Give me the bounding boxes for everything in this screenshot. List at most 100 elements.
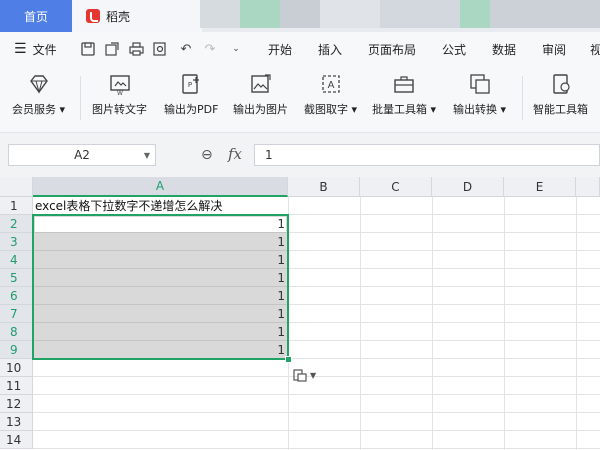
ribbon-toolbar: 会员服务 ▾ W 图片转文字 P 输出为PDF 输出为图片 A 截图取字 ▾ 批… <box>0 66 600 133</box>
column-header-b[interactable]: B <box>288 177 360 197</box>
save-icon[interactable] <box>80 41 96 57</box>
formula-input[interactable]: 1 <box>254 144 600 166</box>
export-pdf-button[interactable]: P 输出为PDF <box>164 72 218 128</box>
row-header[interactable]: 6 <box>0 287 33 305</box>
row-header[interactable]: 2 <box>0 215 33 233</box>
gridline <box>33 448 600 449</box>
column-header-d[interactable]: D <box>432 177 504 197</box>
row-header[interactable]: 11 <box>0 377 33 395</box>
menu-item-review[interactable]: 审阅 <box>542 32 566 66</box>
row-header[interactable]: 13 <box>0 413 33 431</box>
menu-item-start[interactable]: 开始 <box>268 32 292 66</box>
autofill-options-button[interactable]: ▼ <box>293 366 323 384</box>
menu-bar: ☰ 文件 ↶ ↷ ⌄ 开始 插入 页面布局 公式 数据 审阅 视 <box>0 32 600 66</box>
menu-item-data[interactable]: 数据 <box>492 32 516 66</box>
autofill-options-icon <box>293 369 307 382</box>
redo-icon[interactable]: ↷ <box>202 41 218 57</box>
gridline <box>33 430 600 431</box>
print-preview-icon[interactable] <box>152 41 168 57</box>
print-icon[interactable] <box>128 41 144 57</box>
ribbon-divider <box>80 76 81 120</box>
smart-tool-icon <box>552 74 570 94</box>
blurred-tab-area <box>460 0 490 28</box>
row-header[interactable]: 8 <box>0 323 33 341</box>
row-header[interactable]: 12 <box>0 395 33 413</box>
pdf-icon: P <box>182 74 200 94</box>
smart-toolbox-button[interactable]: 智能工具箱 <box>533 72 588 128</box>
export-pdf-label: 输出为PDF <box>164 103 219 116</box>
tab-home[interactable]: 首页 <box>0 0 72 32</box>
column-header-e[interactable]: E <box>504 177 576 197</box>
chevron-down-icon: ▾ <box>427 103 437 116</box>
screenshot-ocr-label: 截图取字 <box>304 103 348 116</box>
file-menu[interactable]: ☰ 文件 <box>14 32 57 66</box>
member-service-label: 会员服务 <box>12 103 56 116</box>
docer-logo-icon <box>86 9 100 23</box>
column-header-c[interactable]: C <box>360 177 432 197</box>
menu-item-view[interactable]: 视 <box>590 32 600 66</box>
row-header[interactable]: 14 <box>0 431 33 449</box>
chevron-down-icon: ▾ <box>56 103 66 116</box>
row-header[interactable]: 4 <box>0 251 33 269</box>
member-service-button[interactable]: 会员服务 ▾ <box>12 72 65 128</box>
row-header[interactable]: 9 <box>0 341 33 359</box>
zoom-icon[interactable]: ⊖ <box>201 147 213 163</box>
cell-a5[interactable]: 1 <box>35 269 285 287</box>
image-to-text-label: 图片转文字 <box>92 103 147 116</box>
hamburger-icon: ☰ <box>14 41 27 57</box>
cell-a4[interactable]: 1 <box>35 251 285 269</box>
svg-text:A: A <box>327 80 334 91</box>
chevron-down-icon: ▾ <box>348 103 358 116</box>
column-header-f[interactable] <box>576 177 600 197</box>
blurred-tab-area <box>320 0 380 28</box>
gridline <box>504 197 505 450</box>
menu-item-formula[interactable]: 公式 <box>442 32 466 66</box>
fx-icon[interactable]: fx <box>228 145 242 163</box>
export-image-label: 输出为图片 <box>233 103 288 116</box>
export-icon[interactable] <box>104 41 120 57</box>
spreadsheet-grid: A B C D E 1 2 3 4 5 6 7 8 9 10 11 12 13 … <box>0 177 600 450</box>
smart-toolbox-label: 智能工具箱 <box>533 103 588 116</box>
blurred-tab-area <box>240 0 280 28</box>
undo-icon[interactable]: ↶ <box>178 41 194 57</box>
column-header-a[interactable]: A <box>33 177 288 197</box>
output-convert-button[interactable]: 输出转换 ▾ <box>453 72 506 128</box>
diamond-icon <box>29 75 48 94</box>
menu-item-page-layout[interactable]: 页面布局 <box>368 32 416 66</box>
cell-a6[interactable]: 1 <box>35 287 285 305</box>
row-header[interactable]: 3 <box>0 233 33 251</box>
blurred-tab-area <box>380 0 460 28</box>
chevron-down-icon[interactable]: ⌄ <box>228 41 244 57</box>
row-header[interactable]: 7 <box>0 305 33 323</box>
row-header[interactable]: 5 <box>0 269 33 287</box>
file-menu-label: 文件 <box>32 42 57 57</box>
image-to-text-button[interactable]: W 图片转文字 <box>92 72 147 128</box>
tab-docer-label: 稻壳 <box>106 9 131 24</box>
row-header[interactable]: 1 <box>0 197 33 215</box>
fill-handle[interactable] <box>285 356 292 363</box>
cell-a2[interactable]: 1 <box>35 215 285 233</box>
cell-a3[interactable]: 1 <box>35 233 285 251</box>
export-image-button[interactable]: 输出为图片 <box>233 72 288 128</box>
batch-toolbox-label: 批量工具箱 <box>372 103 427 116</box>
chevron-down-icon: ▼ <box>310 370 317 380</box>
chevron-down-icon: ▾ <box>497 103 507 116</box>
gridline <box>360 197 361 450</box>
row-header[interactable]: 10 <box>0 359 33 377</box>
output-convert-label: 输出转换 <box>453 103 497 116</box>
cell-a8[interactable]: 1 <box>35 323 285 341</box>
menu-item-insert[interactable]: 插入 <box>318 32 342 66</box>
tab-docer[interactable]: 稻壳 <box>72 0 202 32</box>
image-to-text-icon: W <box>109 75 130 96</box>
screenshot-ocr-button[interactable]: A 截图取字 ▾ <box>304 72 357 128</box>
toolbox-icon <box>394 76 414 93</box>
batch-toolbox-button[interactable]: 批量工具箱 ▾ <box>372 72 436 128</box>
svg-text:P: P <box>188 81 192 89</box>
cell-a1[interactable]: excel表格下拉数字不递增怎么解决 <box>35 197 288 215</box>
cell-a7[interactable]: 1 <box>35 305 285 323</box>
image-icon <box>250 74 271 93</box>
select-all-corner[interactable] <box>0 177 33 197</box>
cell-a9[interactable]: 1 <box>35 341 285 359</box>
name-box[interactable]: A2 ▼ <box>8 144 156 166</box>
blurred-tab-area <box>490 0 600 28</box>
